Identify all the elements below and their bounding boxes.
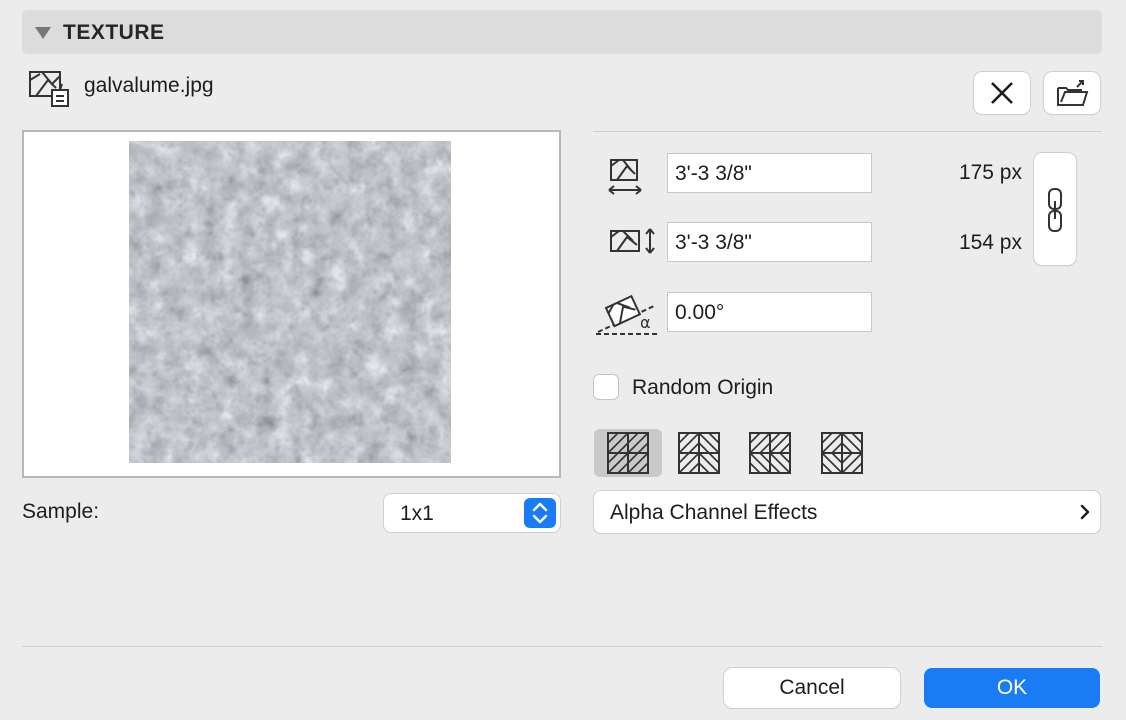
texture-width-icon <box>607 158 643 203</box>
ok-button[interactable]: OK <box>924 668 1100 708</box>
disclosure-triangle-icon[interactable] <box>35 26 51 44</box>
folder-open-icon <box>1057 80 1089 106</box>
open-texture-button[interactable] <box>1044 72 1100 114</box>
texture-image <box>129 141 451 463</box>
divider <box>593 131 1102 132</box>
chevron-right-icon <box>1080 504 1090 525</box>
texture-height-icon <box>609 227 657 260</box>
mirror-x-icon <box>678 432 720 474</box>
mirror-xy-button[interactable] <box>819 430 865 476</box>
texture-angle-field[interactable]: 0.00° <box>667 292 872 332</box>
mirror-y-icon <box>749 432 791 474</box>
mirror-x-button[interactable] <box>676 430 722 476</box>
texture-height-px: 154 px <box>958 231 1022 254</box>
random-origin-checkbox[interactable] <box>593 374 619 400</box>
alpha-channel-effects-label: Alpha Channel Effects <box>610 501 818 524</box>
link-dimensions-button[interactable] <box>1034 153 1076 265</box>
section-title: TEXTURE <box>63 21 165 44</box>
chevron-updown-icon <box>524 498 556 528</box>
remove-texture-button[interactable] <box>974 72 1030 114</box>
close-icon <box>991 82 1013 104</box>
alpha-channel-effects-button[interactable]: Alpha Channel Effects <box>594 491 1100 533</box>
texture-width-px: 175 px <box>958 161 1022 184</box>
texture-file-icon <box>28 70 70 108</box>
texture-file-name: galvalume.jpg <box>84 74 214 97</box>
texture-angle-icon: α <box>594 290 662 343</box>
divider <box>22 646 1102 647</box>
random-origin-label: Random Origin <box>632 376 774 399</box>
mirror-none-button[interactable] <box>594 429 662 477</box>
texture-width-field[interactable]: 3'-3 3/8" <box>667 153 872 193</box>
mirror-y-button[interactable] <box>747 430 793 476</box>
sample-select[interactable]: 1x1 <box>384 494 560 532</box>
texture-height-field[interactable]: 3'-3 3/8" <box>667 222 872 262</box>
chain-link-icon <box>1048 188 1062 232</box>
mirror-xy-icon <box>821 432 863 474</box>
cancel-button[interactable]: Cancel <box>724 668 900 708</box>
sample-value: 1x1 <box>400 502 434 525</box>
mirror-none-icon <box>607 432 649 474</box>
svg-text:α: α <box>640 313 651 332</box>
sample-label: Sample: <box>22 500 100 523</box>
section-header[interactable]: TEXTURE <box>22 10 1102 54</box>
